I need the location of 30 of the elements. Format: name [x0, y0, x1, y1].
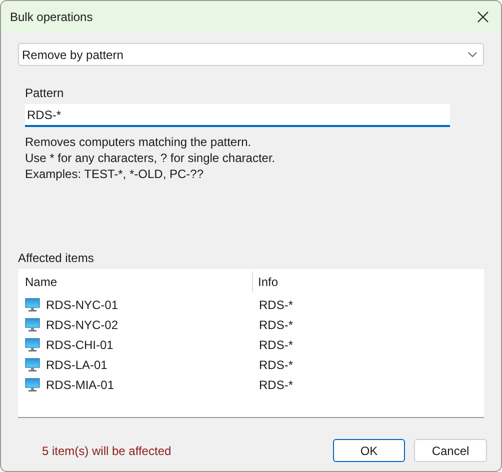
help-text: Removes computers matching the pattern.	[25, 134, 252, 150]
monitor-icon	[25, 338, 40, 352]
operation-dropdown[interactable]: Remove by pattern	[18, 43, 484, 66]
chevron-icon	[468, 52, 477, 57]
section-label: Affected items	[18, 250, 95, 265]
monitor-icon	[25, 358, 40, 372]
table-cell-text: RDS-*	[258, 297, 294, 314]
dialog-button[interactable]: Cancel	[414, 439, 487, 462]
pattern-input[interactable]: RDS-*	[25, 104, 450, 127]
table-cell-text: RDS-CHI-01	[46, 337, 114, 354]
table-cell-text: RDS-LA-01	[46, 357, 108, 374]
help-text: Use * for any characters, ? for single character.	[25, 150, 276, 166]
status-message: 5 item(s) will be affected	[42, 442, 172, 460]
table-cell-text: RDS-*	[258, 337, 294, 354]
monitor-icon	[25, 378, 40, 392]
close-icon	[477, 10, 489, 22]
table-cell-text: RDS-*	[258, 317, 294, 334]
help-text: Examples: TEST-*, *-OLD, PC-??	[25, 166, 204, 182]
field-label: Pattern	[25, 85, 65, 100]
monitor-icon	[25, 298, 40, 312]
monitor-icon	[25, 318, 40, 332]
column-header[interactable]: Name	[18, 272, 253, 292]
window-title: Bulk operations	[10, 8, 93, 26]
table-cell-text: RDS-NYC-02	[46, 317, 118, 334]
column-header[interactable]: Info	[253, 272, 278, 292]
table-cell-text: RDS-*	[258, 357, 294, 374]
table-cell-text: RDS-MIA-01	[46, 377, 114, 394]
table-cell-text: RDS-NYC-01	[46, 297, 118, 314]
table-cell-text: RDS-*	[258, 377, 294, 394]
dialog-button[interactable]: OK	[333, 439, 405, 462]
